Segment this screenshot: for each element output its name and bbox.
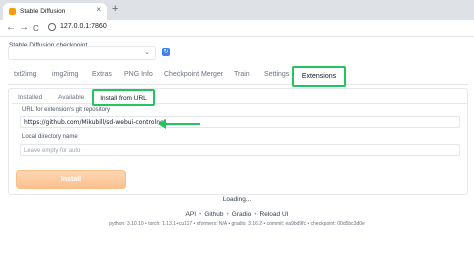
tab-available[interactable]: Available bbox=[58, 94, 84, 101]
address-bar[interactable]: 127.0.0.1:7860 bbox=[60, 23, 107, 30]
tab-img2img[interactable]: img2img bbox=[52, 71, 78, 78]
footer-separator: • bbox=[226, 211, 229, 218]
tab-install-from-url-label: Install from URL bbox=[100, 95, 147, 102]
tab-extensions[interactable]: Extensions bbox=[292, 66, 346, 87]
favicon-icon bbox=[9, 8, 16, 15]
main-tab-bar: txt2img img2img Extras PNG Info Checkpoi… bbox=[8, 68, 468, 85]
back-icon[interactable]: ← bbox=[6, 22, 16, 34]
footer-links: API • Github • Gradio • Reload UI bbox=[0, 211, 474, 218]
browser-tab[interactable]: Stable Diffusion × bbox=[3, 3, 107, 20]
footer-link-reload-ui[interactable]: Reload UI bbox=[260, 211, 289, 218]
footer-link-api[interactable]: API bbox=[186, 211, 196, 218]
chevron-down-icon: ⌄ bbox=[144, 49, 150, 56]
browser-tab-title: Stable Diffusion bbox=[20, 8, 66, 15]
repo-url-label: URL for extension's git repository bbox=[22, 107, 110, 113]
tab-checkpoint-merger[interactable]: Checkpoint Merger bbox=[164, 71, 223, 78]
install-button[interactable]: Install bbox=[16, 170, 126, 189]
loading-status: Loading... bbox=[222, 196, 252, 203]
footer-separator: • bbox=[254, 211, 257, 218]
footer-link-github[interactable]: Github bbox=[204, 211, 223, 218]
site-info-icon[interactable] bbox=[48, 23, 56, 31]
tab-install-from-url[interactable]: Install from URL bbox=[92, 89, 155, 106]
tab-settings[interactable]: Settings bbox=[264, 71, 289, 78]
annotation-arrow bbox=[164, 123, 200, 125]
repo-url-input[interactable]: https://github.com/Mikubill/sd-webui-con… bbox=[20, 116, 460, 128]
checkpoint-select[interactable]: ⌄ bbox=[8, 46, 156, 60]
extensions-sub-tab-bar: Installed Available bbox=[12, 90, 468, 104]
refresh-icon[interactable]: ↻ bbox=[162, 48, 170, 56]
browser-toolbar: ← → C 127.0.0.1:7860 bbox=[0, 20, 474, 37]
new-tab-button[interactable]: + bbox=[112, 3, 118, 15]
local-dir-input[interactable]: Leave empty for auto bbox=[20, 144, 460, 156]
tab-extras[interactable]: Extras bbox=[92, 71, 112, 78]
tab-txt2img[interactable]: txt2img bbox=[14, 71, 37, 78]
close-icon[interactable]: × bbox=[96, 5, 101, 14]
tab-train[interactable]: Train bbox=[234, 71, 250, 78]
version-info: python: 3.10.10 • torch: 1.13.1+cu117 • … bbox=[109, 221, 365, 227]
forward-icon[interactable]: → bbox=[19, 22, 29, 34]
repo-url-value: https://github.com/Mikubill/sd-webui-con… bbox=[24, 119, 167, 126]
local-dir-placeholder: Leave empty for auto bbox=[24, 147, 81, 154]
footer-separator: • bbox=[199, 211, 202, 218]
reload-icon[interactable]: C bbox=[33, 23, 39, 35]
tab-extensions-label: Extensions bbox=[301, 73, 337, 80]
tab-png-info[interactable]: PNG Info bbox=[124, 71, 153, 78]
browser-tab-strip: Stable Diffusion × + bbox=[0, 0, 474, 20]
local-dir-label: Local directory name bbox=[22, 134, 78, 140]
annotation-arrow-head bbox=[158, 118, 166, 129]
footer-link-gradio[interactable]: Gradio bbox=[232, 211, 252, 218]
tab-installed[interactable]: Installed bbox=[18, 94, 42, 101]
